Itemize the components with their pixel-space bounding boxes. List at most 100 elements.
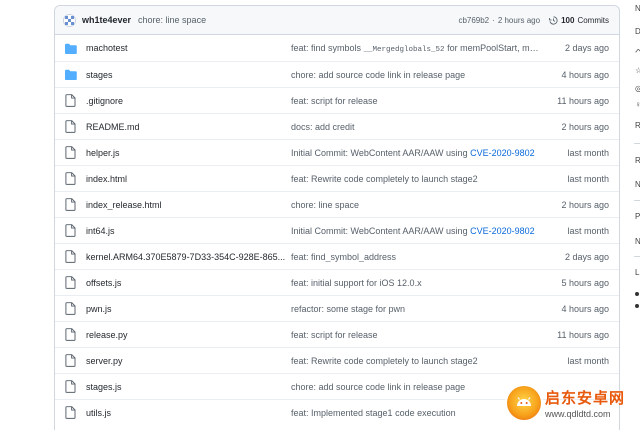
commit-message-text: feat: initial support for iOS 12.0.x (291, 277, 422, 288)
file-commit-message[interactable]: Initial Commit: WebContent AAR/AAW using… (291, 226, 541, 236)
file-list: machotest feat: find symbols __Mergedglob… (55, 35, 619, 425)
file-icon (63, 172, 77, 186)
cve-link[interactable]: CVE-2020-9802 (470, 226, 535, 236)
file-commit-age: 4 hours ago (561, 69, 609, 80)
file-commit-message[interactable]: Initial Commit: WebContent AAR/AAW using… (291, 148, 541, 158)
file-commit-message[interactable]: feat: script for release (291, 96, 541, 106)
file-commit-age: 2 days ago (564, 43, 609, 53)
commit-sha[interactable]: cb769b2 (458, 16, 489, 25)
file-icon (63, 198, 77, 212)
commit-author[interactable]: wh1te4ever (82, 15, 131, 25)
commit-meta: cb769b2 · 2 hours ago 100 Commits (458, 16, 609, 25)
file-name-link[interactable]: helper.js (86, 148, 292, 158)
file-row[interactable]: machotest feat: find symbols __Mergedglob… (55, 35, 619, 61)
file-row[interactable]: helper.js Initial Commit: WebContent AAR/… (55, 139, 619, 165)
commit-message-text: feat: Implemented stage1 code execution (291, 407, 456, 418)
file-browser: wh1te4ever chore: line space cb769b2 · 2… (54, 5, 620, 430)
right-sidebar-clipped: N D ペ ☆ ◎ ♀ R R N P N L (634, 0, 640, 430)
file-commit-message[interactable]: chore: line space (291, 200, 541, 210)
history-icon (549, 15, 558, 25)
file-commit-message[interactable]: feat: Rewrite code completely to launch … (291, 356, 541, 366)
file-row[interactable]: release.py feat: script for release 11 hou… (55, 321, 619, 347)
file-name-link[interactable]: utils.js (86, 408, 292, 418)
sidebar-fragment: N (635, 180, 640, 189)
file-name-link[interactable]: pwn.js (86, 304, 292, 314)
file-commit-age: 2 hours ago (561, 199, 609, 210)
file-commit-age: last month (567, 173, 609, 184)
commit-message-text: Initial Commit: WebContent AAR/AAW using (291, 147, 471, 158)
file-name-link[interactable]: index.html (86, 174, 292, 184)
commit-message-text: feat: find_symbol_address (291, 251, 397, 262)
commit-time: 2 hours ago (497, 15, 541, 25)
author-avatar[interactable] (63, 13, 76, 27)
file-commit-age: 11 hours ago (557, 329, 609, 340)
commit-message-text: feat: Rewrite code completely to launch … (291, 355, 478, 366)
sidebar-fragment: L (635, 268, 640, 277)
file-commit-message[interactable]: chore: add source code link in release p… (291, 70, 541, 80)
file-row[interactable]: index_release.html chore: line space 2 hou… (55, 191, 619, 217)
file-commit-age: last month (567, 225, 609, 236)
file-commit-age: last month (567, 355, 609, 366)
sidebar-fragment: ☆ (635, 66, 640, 75)
site-watermark: 启东安卓网 www.qdldtd.com (507, 382, 635, 424)
file-commit-message[interactable]: docs: add credit (291, 122, 541, 132)
file-row[interactable]: server.py feat: Rewrite code completely t… (55, 347, 619, 373)
file-commit-message[interactable]: chore: add source code link in release p… (291, 382, 541, 392)
file-row[interactable]: stages chore: add source code link in rel… (55, 61, 619, 87)
file-commit-age: 4 hours ago (561, 303, 609, 314)
file-name-link[interactable]: offsets.js (86, 278, 292, 288)
file-icon (63, 120, 77, 134)
file-row[interactable]: pwn.js refactor: some stage for pwn 4 hour… (55, 295, 619, 321)
file-commit-message[interactable]: feat: initial support for iOS 12.0.x (291, 278, 541, 288)
file-icon (63, 94, 77, 108)
file-icon (63, 406, 77, 420)
file-row[interactable]: index.html feat: Rewrite code completely … (55, 165, 619, 191)
symbol-name: __Mergedglobals_52 (363, 45, 445, 54)
file-commit-message[interactable]: feat: Rewrite code completely to launch … (291, 174, 541, 184)
file-commit-message[interactable]: refactor: some stage for pwn (291, 304, 541, 314)
sidebar-fragment: R (635, 121, 640, 130)
file-commit-message[interactable]: feat: script for release (291, 330, 541, 340)
commits-history-link[interactable]: 100 Commits (549, 16, 609, 25)
file-icon (63, 146, 77, 160)
commits-count: 100 (561, 15, 575, 25)
file-row[interactable]: README.md docs: add credit 2 hours ago (55, 113, 619, 139)
file-row[interactable]: .gitignore feat: script for release 11 hou… (55, 87, 619, 113)
meta-separator: · (492, 15, 495, 25)
file-name-link[interactable]: stages.js (86, 382, 292, 392)
sidebar-fragment: ◎ (635, 84, 640, 93)
file-icon (63, 276, 77, 290)
file-row[interactable]: offsets.js feat: initial support for iOS … (55, 269, 619, 295)
file-row[interactable]: int64.js Initial Commit: WebContent AAR/A… (55, 217, 619, 243)
commit-message-text: refactor: some stage for pwn (291, 303, 406, 314)
file-name-link[interactable]: machotest (86, 43, 292, 53)
sidebar-fragment: N (635, 237, 640, 246)
file-name-link[interactable]: server.py (86, 356, 292, 366)
file-name-link[interactable]: index_release.html (86, 200, 292, 210)
sidebar-fragment: N (635, 4, 640, 13)
file-row[interactable]: kernel.ARM64.370E5879-7D33-354C-928E-865… (55, 243, 619, 269)
latest-commit-bar: wh1te4ever chore: line space cb769b2 · 2… (55, 6, 619, 35)
file-commit-message[interactable]: feat: Implemented stage1 code execution (291, 408, 541, 418)
folder-icon (63, 41, 77, 55)
cve-link[interactable]: CVE-2020-9802 (470, 148, 535, 158)
file-name-link[interactable]: int64.js (86, 226, 292, 236)
android-head-icon (517, 397, 531, 406)
sidebar-divider (634, 143, 640, 144)
file-name-link[interactable]: README.md (86, 122, 292, 132)
commits-label: Commits (577, 15, 609, 25)
file-icon (63, 354, 77, 368)
file-name-link[interactable]: .gitignore (86, 96, 292, 106)
file-name-link[interactable]: kernel.ARM64.370E5879-7D33-354C-928E-865… (86, 252, 292, 262)
latest-commit-message[interactable]: chore: line space (138, 15, 206, 25)
file-commit-age: 2 hours ago (561, 121, 609, 132)
file-commit-age: 5 hours ago (561, 277, 609, 288)
language-dot (635, 292, 639, 296)
file-icon (63, 250, 77, 264)
file-name-link[interactable]: release.py (86, 330, 292, 340)
sidebar-fragment: P (635, 212, 640, 221)
file-name-link[interactable]: stages (86, 70, 292, 80)
file-commit-message[interactable]: feat: find symbols __Mergedglobals_52 fo… (291, 43, 541, 54)
file-commit-message[interactable]: feat: find_symbol_address (291, 252, 541, 262)
commit-message-text: chore: add source code link in release p… (291, 381, 466, 392)
